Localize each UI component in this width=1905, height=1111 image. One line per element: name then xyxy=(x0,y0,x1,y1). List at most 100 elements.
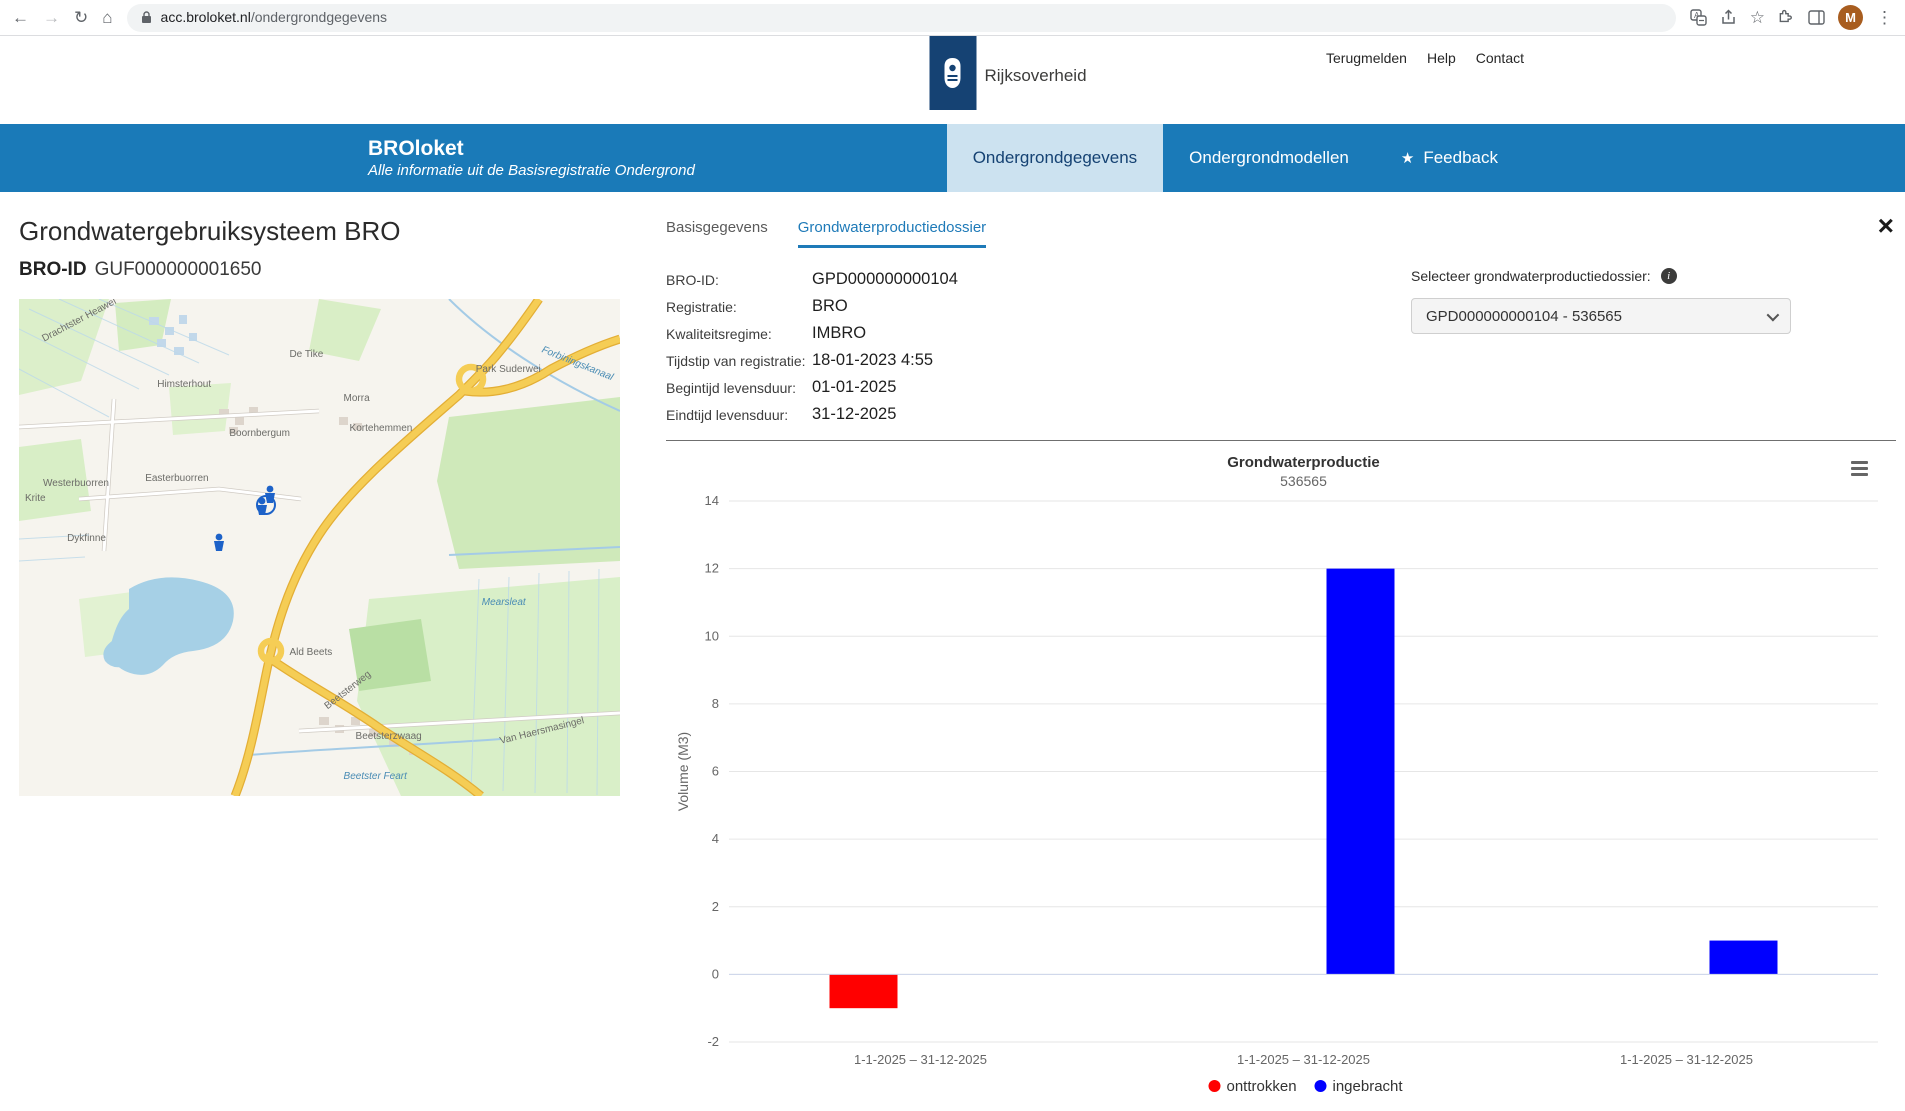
nav-item-ondergrondgegevens[interactable]: Ondergrondgegevens xyxy=(947,124,1163,192)
sidebar-icon[interactable] xyxy=(1808,10,1825,25)
field-row-bro-id: BRO-ID: GPD000000000104 xyxy=(666,266,958,293)
bar-onttrokken[interactable] xyxy=(830,974,898,1008)
field-value: 31-12-2025 xyxy=(812,405,896,424)
brand-block[interactable]: BROloket Alle informatie uit de Basisreg… xyxy=(368,124,695,192)
feedback-star-icon: ★ xyxy=(1401,149,1414,167)
y-axis-title: Volume (M3) xyxy=(675,732,691,811)
bro-id-label: BRO-ID xyxy=(19,259,87,280)
y-tick-label: 14 xyxy=(705,493,719,508)
location-map[interactable]: Drachtster HeaweiDe TikePark SuderweiMor… xyxy=(19,299,620,796)
brand-tagline: Alle informatie uit de Basisregistratie … xyxy=(368,162,695,179)
chart-menu-icon[interactable] xyxy=(1847,457,1872,480)
map-place-label: De Tike xyxy=(289,349,323,360)
forward-icon[interactable]: → xyxy=(43,9,60,26)
x-category-label: 1-1-2025 – 31-12-2025 xyxy=(1620,1052,1753,1067)
nav-item-ondergrondmodellen[interactable]: Ondergrondmodellen xyxy=(1163,124,1375,192)
legend-item-ingebracht[interactable]: ingebracht xyxy=(1315,1078,1404,1095)
y-tick-label: 6 xyxy=(712,764,719,779)
field-value: BRO xyxy=(812,297,848,316)
section-divider xyxy=(666,440,1896,441)
brand-title: BROloket xyxy=(368,137,695,161)
field-label: Eindtijd levensduur: xyxy=(666,407,812,423)
link-terugmelden[interactable]: Terugmelden xyxy=(1326,50,1407,66)
bookmark-star-icon[interactable]: ☆ xyxy=(1750,9,1765,26)
translate-icon[interactable]: A xyxy=(1690,9,1707,26)
y-tick-label: -2 xyxy=(707,1034,719,1049)
bar-ingebracht[interactable] xyxy=(1327,569,1395,975)
tab-grondwaterproductiedossier[interactable]: Grondwaterproductiedossier xyxy=(798,219,986,248)
extensions-icon[interactable] xyxy=(1778,9,1795,26)
tab-basisgegevens[interactable]: Basisgegevens xyxy=(666,219,768,248)
field-row-begintijd: Begintijd levensduur: 01-01-2025 xyxy=(666,374,958,401)
field-value: IMBRO xyxy=(812,324,866,343)
field-row-eindtijd: Eindtijd levensduur: 31-12-2025 xyxy=(666,401,958,428)
logo-wordmark: Rijksoverheid xyxy=(985,66,1087,86)
page-title: Grondwatergebruiksysteem BRO xyxy=(19,216,645,247)
main-nav: Ondergrondgegevens Ondergrondmodellen ★ … xyxy=(947,124,1524,192)
svg-text:onttrokken: onttrokken xyxy=(1227,1078,1297,1095)
share-icon[interactable] xyxy=(1720,9,1737,26)
y-tick-label: 8 xyxy=(712,696,719,711)
field-value: 01-01-2025 xyxy=(812,378,896,397)
y-tick-label: 10 xyxy=(705,628,719,643)
address-bar[interactable]: acc.broloket.nl/ondergrondgegevens xyxy=(127,4,1676,32)
nav-item-feedback[interactable]: ★ Feedback xyxy=(1375,124,1524,192)
site-header: Rijksoverheid Terugmelden Help Contact xyxy=(0,36,1905,124)
field-label: Begintijd levensduur: xyxy=(666,380,812,396)
link-contact[interactable]: Contact xyxy=(1476,50,1524,66)
map-place-label: Morra xyxy=(344,393,370,404)
left-panel: Grondwatergebruiksysteem BRO BRO-ID GUF00… xyxy=(0,192,645,1043)
header-links: Terugmelden Help Contact xyxy=(1326,50,1524,66)
dossier-selected-option: GPD000000000104 - 536565 xyxy=(1426,308,1622,325)
reload-icon[interactable]: ↻ xyxy=(74,9,88,26)
map-place-label: Park Suderwei xyxy=(476,364,541,375)
map-place-label: Ald Beets xyxy=(289,647,332,658)
field-row-tijdstip-registratie: Tijdstip van registratie: 18-01-2023 4:5… xyxy=(666,347,958,374)
close-icon[interactable]: × xyxy=(1878,212,1894,240)
chevron-down-icon xyxy=(1767,308,1780,321)
home-icon[interactable]: ⌂ xyxy=(102,9,112,26)
dossier-selector-label: Selecteer grondwaterproductiedossier: xyxy=(1411,268,1651,284)
legend-item-onttrokken[interactable]: onttrokken xyxy=(1209,1078,1297,1095)
field-value: GPD000000000104 xyxy=(812,270,958,289)
browser-menu-icon[interactable]: ⋮ xyxy=(1876,9,1893,26)
map-place-label: Boornbergum xyxy=(229,428,290,439)
y-tick-label: 0 xyxy=(712,966,719,981)
url-path: /ondergrondgegevens xyxy=(251,9,387,25)
map-place-label: Krite xyxy=(25,493,46,504)
y-tick-label: 2 xyxy=(712,899,719,914)
field-label: Kwaliteitsregime: xyxy=(666,326,812,342)
svg-text:ingebracht: ingebracht xyxy=(1333,1078,1404,1095)
map-place-label: Easterbuorren xyxy=(145,473,208,484)
map-place-label: Mearsleat xyxy=(482,597,526,608)
field-label: BRO-ID: xyxy=(666,272,812,288)
detail-panel: × Basisgegevens Grondwaterproductiedossi… xyxy=(645,192,1905,1043)
browser-chrome: ← → ↻ ⌂ acc.broloket.nl/ondergrondgegeve… xyxy=(0,0,1905,36)
map-place-label: Westerbuorren xyxy=(43,478,109,489)
field-value: 18-01-2023 4:55 xyxy=(812,351,933,370)
map-place-label: Beetster Feart xyxy=(344,771,407,782)
field-label: Registratie: xyxy=(666,299,812,315)
chart-canvas: Grondwaterproductie536565-202468101214Vo… xyxy=(666,445,1896,1105)
lock-icon xyxy=(141,11,152,24)
detail-tabs: Basisgegevens Grondwaterproductiedossier xyxy=(666,216,1896,248)
record-fields: BRO-ID: GPD000000000104 Registratie: BRO… xyxy=(666,266,958,428)
info-icon[interactable]: i xyxy=(1661,268,1677,284)
profile-avatar[interactable]: M xyxy=(1838,5,1863,30)
link-help[interactable]: Help xyxy=(1427,50,1456,66)
bro-id-line: BRO-ID GUF000000001650 xyxy=(19,259,645,281)
y-tick-label: 4 xyxy=(712,831,719,846)
rijksoverheid-logo-icon xyxy=(929,36,976,110)
bar-ingebracht[interactable] xyxy=(1710,941,1778,975)
bro-id-value: GUF000000001650 xyxy=(95,259,262,280)
map-place-label: Dykfinne xyxy=(67,533,106,544)
x-category-label: 1-1-2025 – 31-12-2025 xyxy=(854,1052,987,1067)
chart-subtitle: 536565 xyxy=(1280,473,1327,489)
main-navbar: BROloket Alle informatie uit de Basisreg… xyxy=(0,124,1905,192)
dossier-select-dropdown[interactable]: GPD000000000104 - 536565 xyxy=(1411,298,1791,334)
back-icon[interactable]: ← xyxy=(12,9,29,26)
y-tick-label: 12 xyxy=(705,561,719,576)
map-place-label: Himsterhout xyxy=(157,379,211,390)
groundwater-markers xyxy=(214,486,275,551)
x-category-label: 1-1-2025 – 31-12-2025 xyxy=(1237,1052,1370,1067)
